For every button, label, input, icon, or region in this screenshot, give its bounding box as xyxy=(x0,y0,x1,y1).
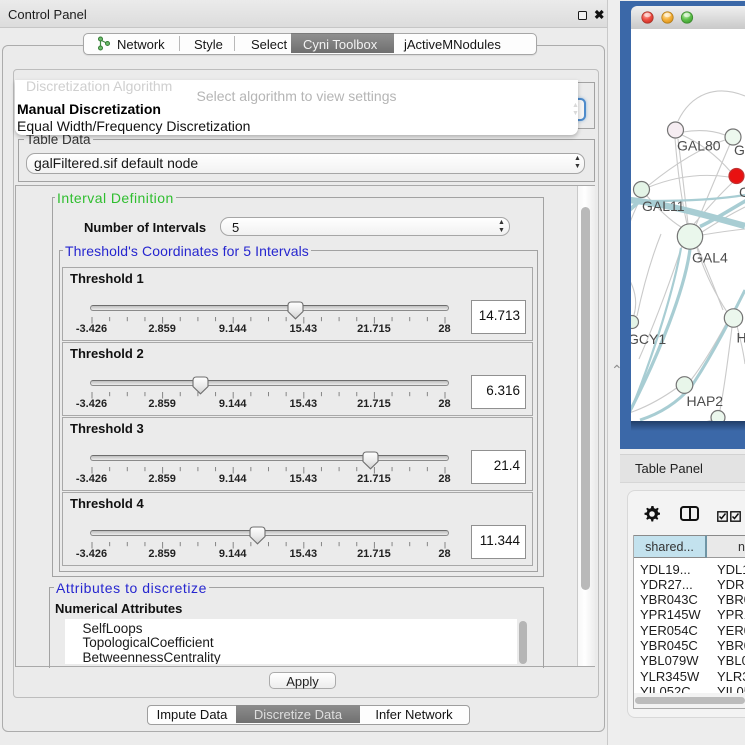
svg-text:GAL4: GAL4 xyxy=(692,250,728,266)
svg-text:H: H xyxy=(737,330,745,346)
svg-text:GCY1: GCY1 xyxy=(631,331,666,347)
svg-text:C: C xyxy=(739,184,745,200)
svg-text:GAL11: GAL11 xyxy=(642,198,685,214)
svg-text:GAL80: GAL80 xyxy=(677,138,721,154)
svg-text:G.: G. xyxy=(734,142,745,158)
svg-text:HAP2: HAP2 xyxy=(687,393,724,409)
